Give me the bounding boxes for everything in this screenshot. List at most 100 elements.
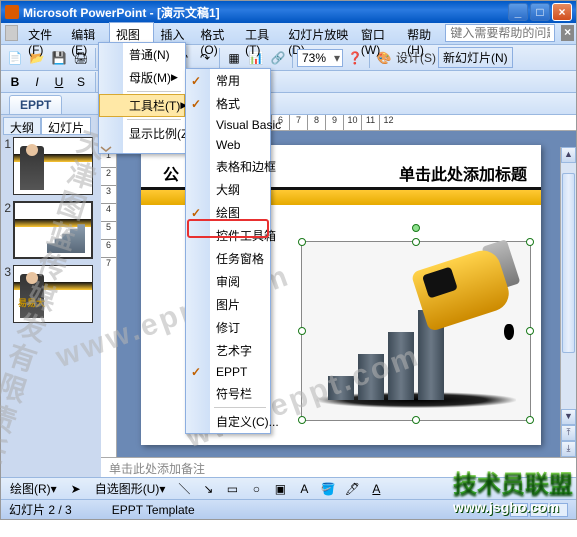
selected-image[interactable] xyxy=(301,241,531,421)
submenu-web[interactable]: Web xyxy=(186,135,270,155)
control-icon[interactable] xyxy=(5,25,18,41)
new-icon[interactable]: 📄 xyxy=(5,48,25,68)
zoom-select[interactable]: 73% xyxy=(297,49,343,67)
menu-file[interactable]: 文件(F) xyxy=(22,23,65,44)
template-name: EPPT Template xyxy=(112,503,195,517)
thumb-number: 1 xyxy=(3,137,13,195)
arrow-icon[interactable]: ↘ xyxy=(198,479,218,499)
vertical-scrollbar[interactable]: ▲ ▼ ⤒ ⤓ xyxy=(560,147,576,457)
submenu-control-toolbox[interactable]: 控件工具箱 xyxy=(186,224,270,247)
menu-help[interactable]: 帮助(H) xyxy=(401,23,445,44)
menu-view[interactable]: 视图(V) xyxy=(109,22,155,44)
submenu-wordart[interactable]: 艺术字 xyxy=(186,339,270,362)
menu-item-toolbars[interactable]: 工具栏(T)▶ xyxy=(99,94,185,117)
submenu-revisions[interactable]: 修订 xyxy=(186,316,270,339)
select-icon[interactable]: ➤ xyxy=(66,479,86,499)
menu-item-normal[interactable]: 普通(N) xyxy=(99,43,185,66)
thumb-number: 3 xyxy=(3,265,13,323)
table-icon[interactable]: ▦ xyxy=(224,48,244,68)
menu-item-zoom[interactable]: 显示比例(Z)... xyxy=(99,122,185,145)
menu-window[interactable]: 窗口(W) xyxy=(355,23,401,44)
submenu-reviewing[interactable]: 审阅 xyxy=(186,270,270,293)
new-slide-button[interactable]: 新幻灯片(N) xyxy=(438,47,513,68)
thumb-text: 易易大 xyxy=(18,296,45,309)
scroll-down-icon[interactable]: ▼ xyxy=(561,409,576,425)
workarea: 大纲 幻灯片 1 2 3 xyxy=(1,115,576,477)
submenu-symbol-bar[interactable]: 符号栏 xyxy=(186,382,270,405)
submenu-tables-borders[interactable]: 表格和边框 xyxy=(186,155,270,178)
submenu-formatting[interactable]: ✓格式 xyxy=(186,92,270,115)
tab-eppt-label: EPPT xyxy=(20,98,51,112)
italic-icon[interactable]: I xyxy=(27,72,47,92)
bold-icon[interactable]: B xyxy=(5,72,25,92)
scroll-up-icon[interactable]: ▲ xyxy=(561,147,576,163)
resize-handle[interactable] xyxy=(526,238,534,246)
edit-pane: 321123456789101112 11234567 公 单击此处添加标题 xyxy=(101,115,576,477)
hyperlink-icon[interactable]: 🔗 xyxy=(268,48,288,68)
resize-handle[interactable] xyxy=(412,416,420,424)
image-content xyxy=(312,252,520,410)
thumb-number: 2 xyxy=(3,201,13,259)
submenu-picture[interactable]: 图片 xyxy=(186,293,270,316)
font-color-icon[interactable]: A xyxy=(366,479,386,499)
draw-menu[interactable]: 绘图(R)▾ xyxy=(5,478,62,499)
thumbnail-2[interactable] xyxy=(13,201,93,259)
submenu-outline[interactable]: 大纲 xyxy=(186,178,270,201)
submenu-standard[interactable]: ✓常用 xyxy=(186,69,270,92)
fill-color-icon[interactable]: 🪣 xyxy=(318,479,338,499)
resize-handle[interactable] xyxy=(298,416,306,424)
addin-tabbar: EPPT xyxy=(1,93,576,115)
resize-handle[interactable] xyxy=(412,238,420,246)
slide-thumbnails: 1 2 3 易易大 xyxy=(3,135,99,475)
line-color-icon[interactable]: 🖊 xyxy=(342,479,362,499)
resize-handle[interactable] xyxy=(526,416,534,424)
close-button[interactable]: × xyxy=(552,3,572,21)
next-slide-icon[interactable]: ⤓ xyxy=(561,441,576,457)
menubar: 文件(F) 编辑(E) 视图(V) 插入(I) 格式(O) 工具(T) 幻灯片放… xyxy=(1,23,576,45)
new-slide-label: 新幻灯片(N) xyxy=(443,49,508,66)
wordart-icon[interactable]: A xyxy=(294,479,314,499)
outline-tab-slides[interactable]: 幻灯片 xyxy=(41,117,91,135)
line-icon[interactable]: ＼ xyxy=(174,479,194,499)
textbox-icon[interactable]: ▣ xyxy=(270,479,290,499)
resize-handle[interactable] xyxy=(526,327,534,335)
thumbnail-1[interactable] xyxy=(13,137,93,195)
shadow-icon[interactable]: S xyxy=(71,72,91,92)
menu-insert[interactable]: 插入(I) xyxy=(154,23,194,44)
save-icon[interactable]: 💾 xyxy=(49,48,69,68)
slide-indicator: 幻灯片 2 / 3 xyxy=(9,501,72,518)
prev-slide-icon[interactable]: ⤒ xyxy=(561,425,576,441)
menu-expand[interactable] xyxy=(99,145,185,153)
submenu-task-pane[interactable]: 任务窗格 xyxy=(186,247,270,270)
menu-slideshow[interactable]: 幻灯片放映(D) xyxy=(282,23,355,44)
submenu-vb[interactable]: Visual Basic xyxy=(186,115,270,135)
maximize-button[interactable]: □ xyxy=(530,3,550,21)
slide-title-placeholder[interactable]: 单击此处添加标题 xyxy=(399,161,527,185)
menu-tools[interactable]: 工具(T) xyxy=(239,23,282,44)
underline-icon[interactable]: U xyxy=(49,72,69,92)
outline-pane: 大纲 幻灯片 1 2 3 xyxy=(1,115,101,477)
minimize-button[interactable]: _ xyxy=(508,3,528,21)
help-search-input[interactable] xyxy=(445,24,555,42)
submenu-drawing[interactable]: ✓绘图 xyxy=(186,201,270,224)
thumbnail-3[interactable]: 易易大 xyxy=(13,265,93,323)
resize-handle[interactable] xyxy=(298,238,306,246)
menu-format[interactable]: 格式(O) xyxy=(194,23,239,44)
resize-handle[interactable] xyxy=(298,327,306,335)
vertical-ruler: 11234567 xyxy=(101,131,117,457)
rotate-handle[interactable] xyxy=(412,224,420,232)
tab-eppt[interactable]: EPPT xyxy=(9,95,62,114)
outline-tab-outline[interactable]: 大纲 xyxy=(3,117,41,135)
slide-title-left: 公 xyxy=(163,161,179,185)
oval-icon[interactable]: ○ xyxy=(246,479,266,499)
rectangle-icon[interactable]: ▭ xyxy=(222,479,242,499)
submenu-eppt[interactable]: ✓EPPT xyxy=(186,362,270,382)
overlay-logo: 技术员联盟 www.jsgho.com xyxy=(453,464,573,515)
autoshapes-menu[interactable]: 自选图形(U)▾ xyxy=(90,478,171,499)
submenu-customize[interactable]: 自定义(C)... xyxy=(186,410,270,433)
scroll-thumb[interactable] xyxy=(562,173,575,353)
close-document-button[interactable]: × xyxy=(561,25,574,41)
app-icon xyxy=(5,5,19,19)
menu-item-master[interactable]: 母版(M)▶ xyxy=(99,66,185,89)
menu-edit[interactable]: 编辑(E) xyxy=(65,23,109,44)
